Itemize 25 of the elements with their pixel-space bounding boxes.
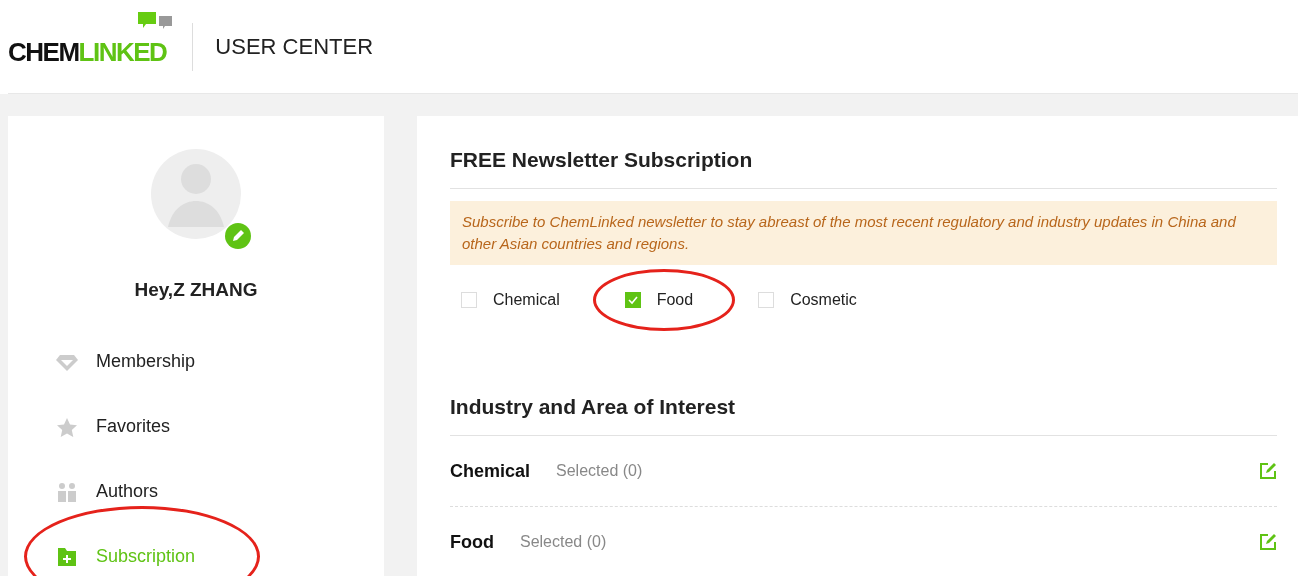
logo[interactable]: CHEMLINKED	[8, 37, 167, 68]
sidebar-item[interactable]: Favorites	[54, 416, 171, 437]
category-name: Chemical	[450, 460, 531, 482]
checkbox-option[interactable]: Chemical	[461, 291, 560, 309]
checkbox-option[interactable]: Food	[624, 291, 694, 309]
selected-count: Selected (0)	[556, 462, 643, 480]
edit-icon[interactable]	[225, 223, 251, 249]
star-icon	[56, 416, 78, 437]
section-title: FREE Newsletter Subscription	[450, 148, 1277, 189]
edit-icon[interactable]	[1259, 462, 1277, 480]
checkbox[interactable]	[624, 292, 641, 308]
edit-icon[interactable]	[1259, 533, 1277, 551]
info-notice: Subscribe to ChemLinked newsletter to stay abreast of the most recent regulatory and industry updates in China and other Asian countries and regions.	[450, 201, 1277, 265]
people-icon	[56, 481, 78, 502]
checkbox-option[interactable]: Cosmetic	[758, 291, 857, 309]
section-title: Industry and Area of Interest	[450, 395, 1277, 436]
selected-count: Selected (0)	[520, 533, 607, 551]
folder-plus-icon	[56, 546, 78, 567]
checkbox[interactable]	[461, 292, 477, 308]
checkbox[interactable]	[758, 292, 775, 308]
page-title: USER CENTER	[215, 33, 374, 60]
category-name: Food	[450, 531, 494, 553]
sidebar-item[interactable]: Membership	[54, 351, 196, 372]
sidebar-item[interactable]: Authors	[54, 481, 159, 502]
user-greeting: Hey,Z ZHANG	[134, 279, 258, 301]
